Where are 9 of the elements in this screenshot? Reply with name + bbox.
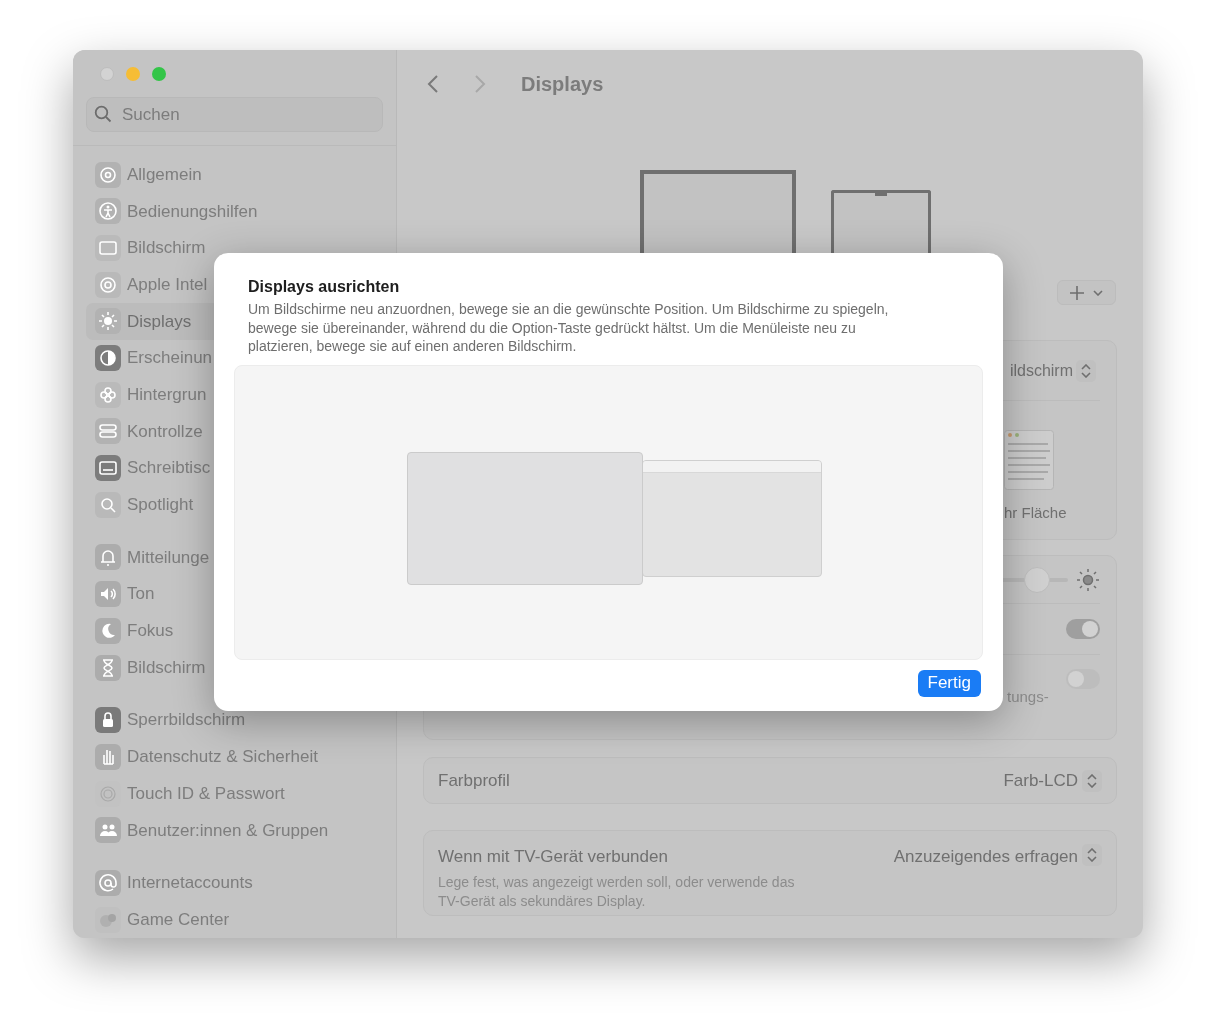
setting-label: Wenn mit TV-Gerät verbunden: [438, 846, 669, 868]
dialog-description: Um Bildschirme neu anzuordnen, bewege sie an die gewünschte Position. Um Bildschirme zu spiegeln, bewege sie übereinander, während du die Option-Taste gedrückt hältst. Um die Menüleiste neu zu platzieren, bewege sie auf einen anderen Bildschirm.: [248, 300, 890, 356]
preview-caption: hr Fläche: [1004, 503, 1067, 523]
setting-label: Farbprofil: [438, 769, 510, 792]
window-title: Displays: [521, 72, 604, 97]
setting-description: Lege fest, was angezeigt werden soll, oder verwende das TV-Gerät als sekundäres Display.: [438, 872, 796, 911]
dialog-title: Displays ausrichten: [248, 277, 401, 297]
setting-description: tungs-: [1007, 687, 1049, 707]
resolution-value: ildschirm: [1009, 360, 1073, 381]
